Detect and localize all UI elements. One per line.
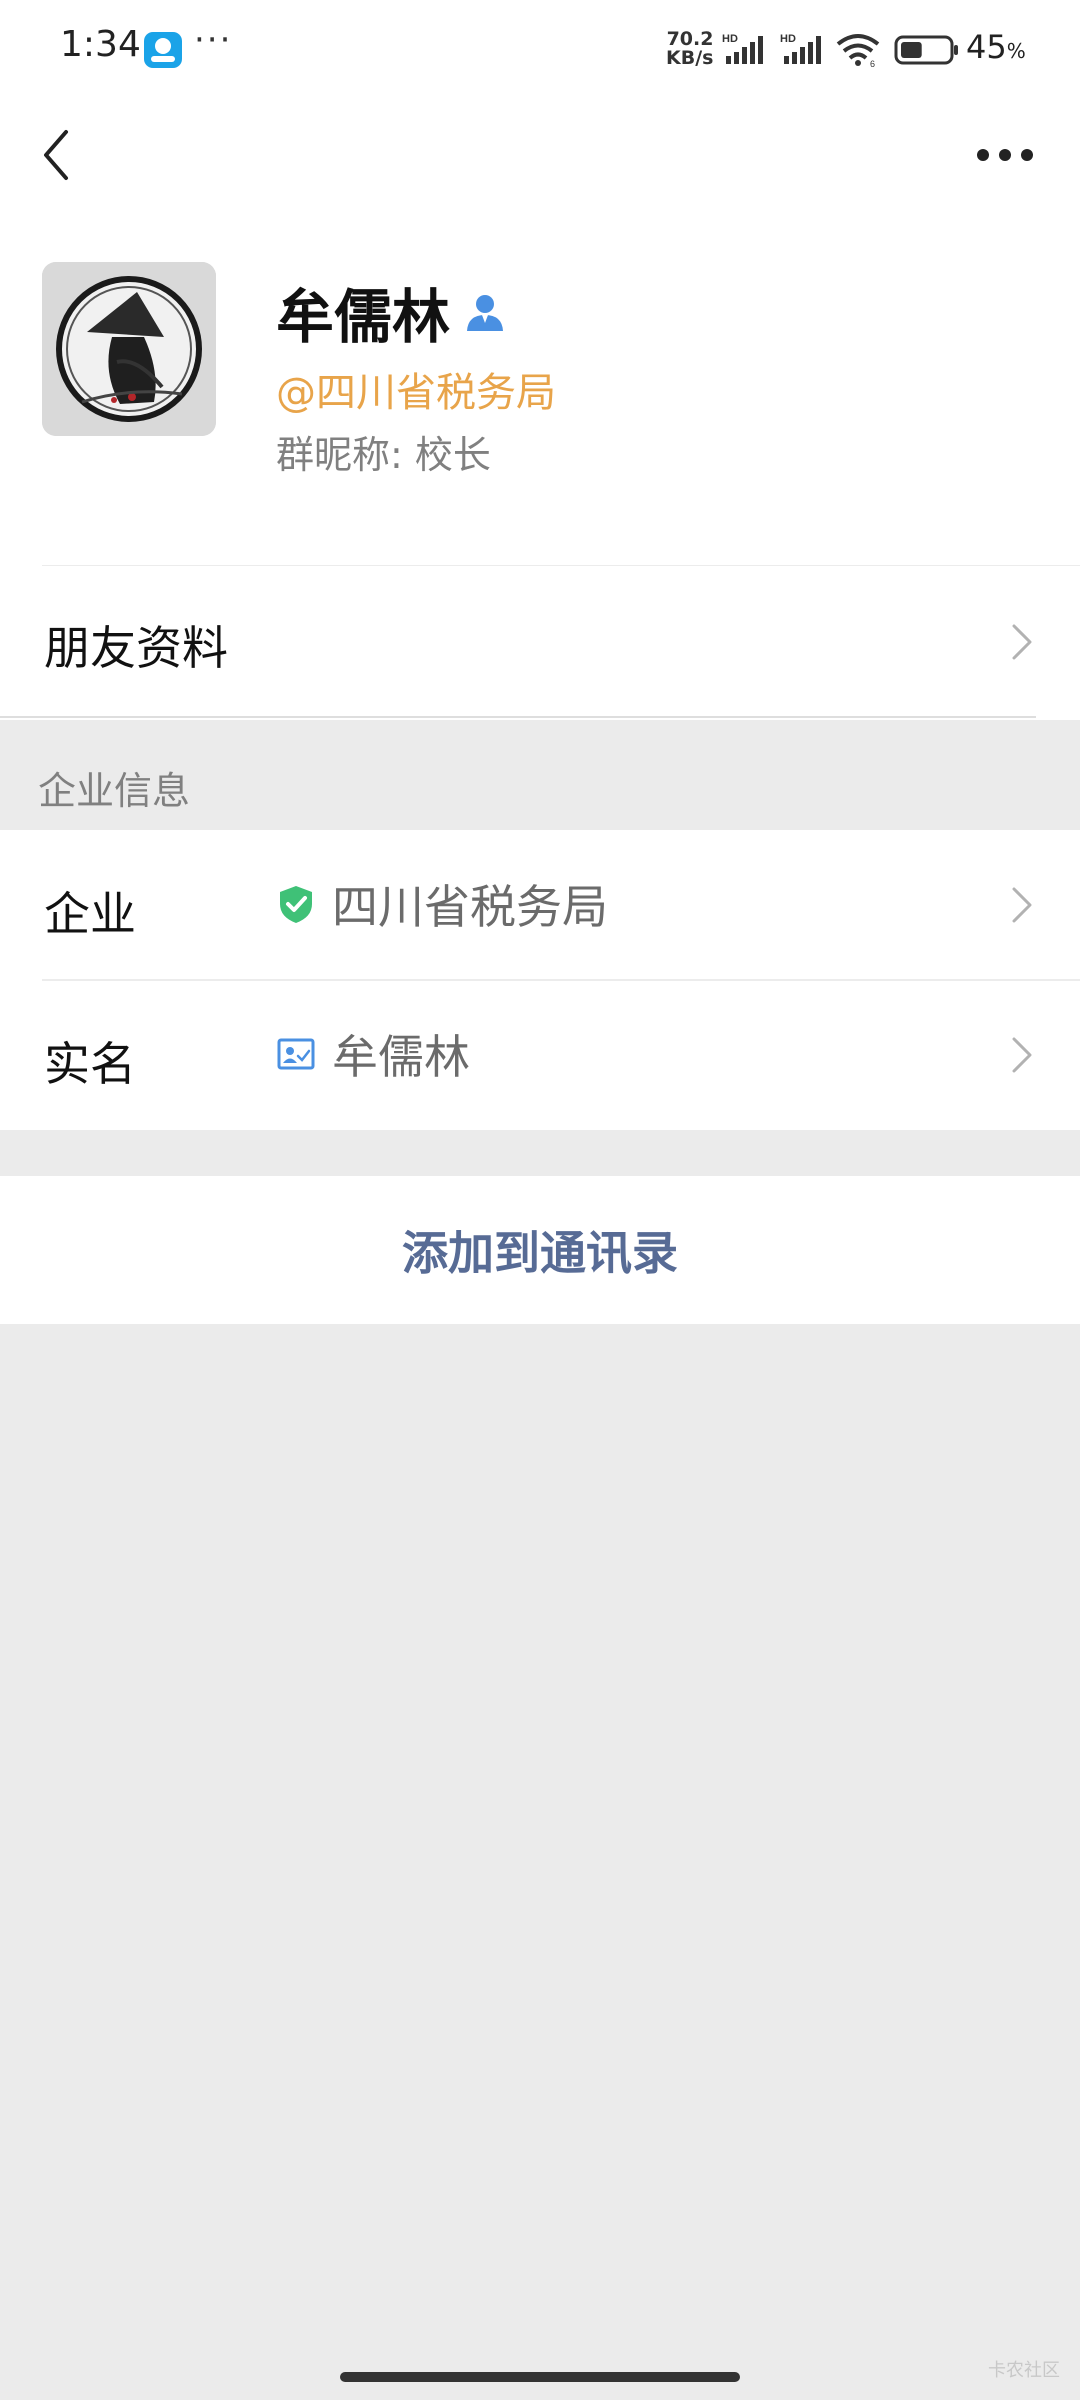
group-nickname-value: 校长 bbox=[414, 433, 491, 477]
wifi-icon: 6 bbox=[836, 34, 880, 68]
network-speed-unit: KB/s bbox=[666, 47, 714, 69]
enterprise-label: 企业 bbox=[44, 887, 136, 941]
group-nickname: 群昵称: 校长 bbox=[276, 424, 491, 479]
add-to-contacts-label: 添加到通讯录 bbox=[402, 1226, 678, 1280]
verified-shield-icon bbox=[280, 886, 312, 923]
chevron-right-icon bbox=[1012, 624, 1032, 660]
id-card-icon bbox=[277, 1038, 315, 1070]
name-row: 牟儒林 bbox=[276, 272, 506, 352]
battery-percent: 45% bbox=[966, 28, 1026, 66]
contact-name: 牟儒林 bbox=[276, 283, 451, 351]
enterprise-value-wrap: 四川省税务局 bbox=[276, 874, 608, 934]
person-badge-icon bbox=[467, 295, 504, 331]
real-name-label: 实名 bbox=[44, 1037, 136, 1091]
friend-info-row[interactable]: 朋友资料 bbox=[0, 566, 1080, 716]
enterprise-section-title: 企业信息 bbox=[38, 769, 191, 813]
enterprise-info-card: 企业 四川省税务局 实名 牟儒林 bbox=[0, 830, 1080, 1130]
status-more-indicator: ··· bbox=[194, 20, 233, 60]
status-time: 1:34 bbox=[60, 24, 141, 65]
battery-icon bbox=[894, 35, 958, 65]
avatar[interactable] bbox=[42, 262, 216, 436]
battery-percent-value: 45 bbox=[966, 28, 1007, 66]
cell-signal-icon: HD bbox=[722, 33, 763, 64]
friend-info-label: 朋友资料 bbox=[44, 621, 228, 675]
chevron-right-icon bbox=[1012, 1037, 1032, 1073]
chevron-right-icon bbox=[1012, 887, 1032, 923]
app-notification-icon bbox=[144, 32, 182, 68]
organization-tag: @四川省税务局 bbox=[276, 370, 556, 416]
enterprise-row[interactable]: 企业 四川省税务局 bbox=[0, 830, 1080, 980]
more-options-icon[interactable] bbox=[970, 130, 1040, 180]
cell-signal-icon-2: HD bbox=[780, 33, 821, 64]
network-speed: 70.2 KB/s bbox=[666, 30, 713, 68]
status-bar: 1:34 ··· 70.2 KB/s HD HD 6 45% bbox=[0, 0, 1080, 100]
real-name-row[interactable]: 实名 牟儒林 bbox=[0, 980, 1080, 1130]
back-arrow-icon[interactable] bbox=[30, 120, 80, 190]
enterprise-value: 四川省税务局 bbox=[332, 880, 608, 934]
home-indicator[interactable] bbox=[340, 2372, 740, 2382]
svg-text:6: 6 bbox=[870, 59, 875, 68]
avatar-image bbox=[42, 262, 216, 436]
divider bbox=[0, 716, 1036, 718]
add-to-contacts-button[interactable]: 添加到通讯录 bbox=[0, 1176, 1080, 1324]
svg-text:HD: HD bbox=[780, 33, 796, 45]
svg-text:HD: HD bbox=[722, 33, 738, 45]
real-name-value: 牟儒林 bbox=[332, 1030, 470, 1084]
real-name-value-wrap: 牟儒林 bbox=[276, 1024, 470, 1084]
watermark: 卡农社区 bbox=[988, 2360, 1060, 2381]
battery-percent-unit: % bbox=[1006, 39, 1026, 63]
group-nickname-label: 群昵称: bbox=[276, 433, 403, 477]
